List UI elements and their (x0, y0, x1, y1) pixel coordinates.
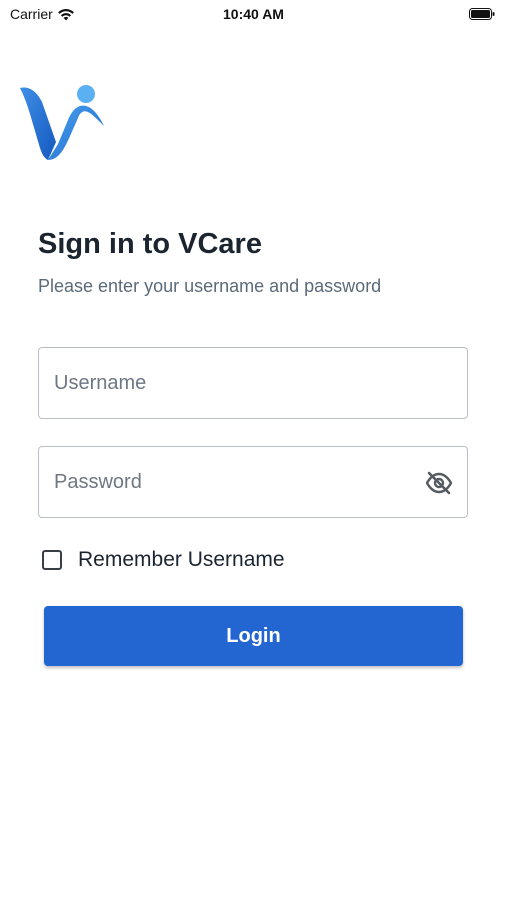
password-input[interactable] (39, 447, 414, 517)
status-time: 10:40 AM (223, 6, 284, 22)
vcare-logo (20, 85, 104, 160)
battery-icon (469, 8, 495, 20)
username-input[interactable] (39, 348, 414, 418)
remember-username-label: Remember Username (78, 548, 285, 571)
login-button[interactable]: Login (44, 606, 463, 666)
status-bar: Carrier 10:40 AM (0, 0, 507, 30)
remember-username-option[interactable]: Remember Username (42, 548, 285, 572)
remember-username-checkbox[interactable] (42, 550, 62, 570)
page-title: Sign in to VCare (38, 228, 262, 260)
eye-off-icon[interactable] (425, 470, 453, 496)
page-subtitle: Please enter your username and password (38, 276, 382, 296)
username-field[interactable] (38, 347, 468, 419)
password-field[interactable] (38, 446, 468, 518)
